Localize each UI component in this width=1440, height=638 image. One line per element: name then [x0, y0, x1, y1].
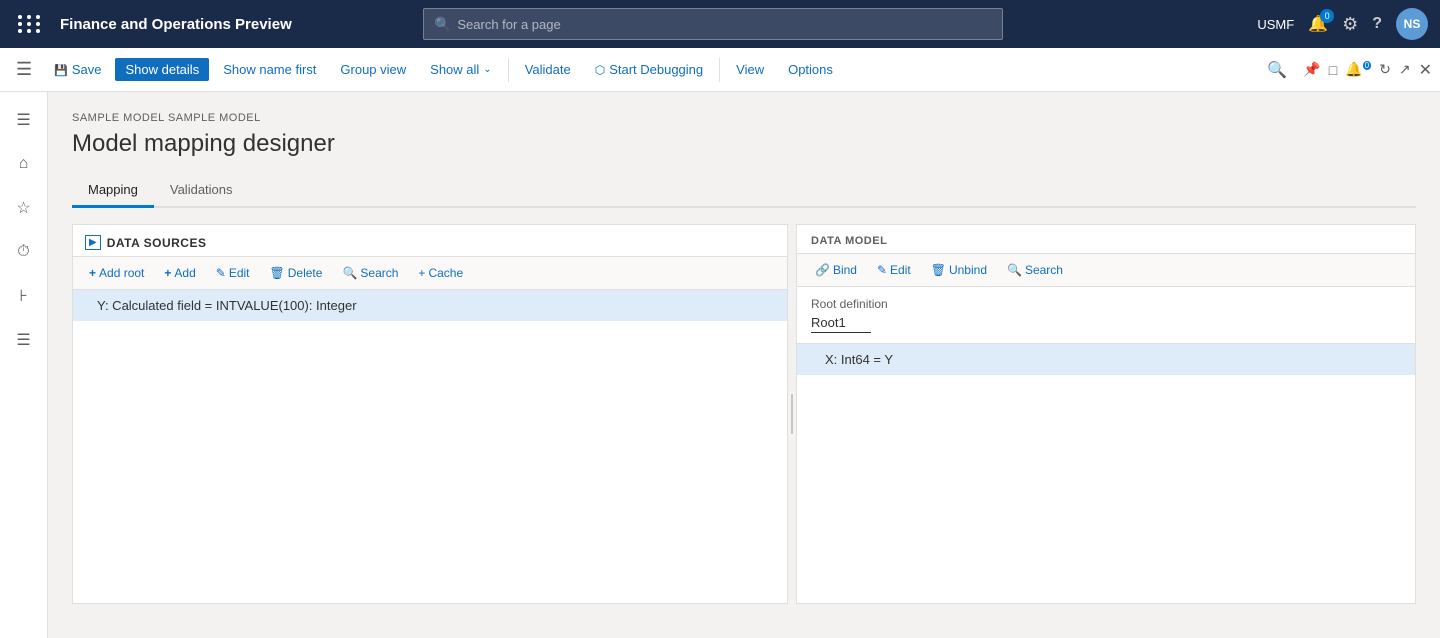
tab-validations[interactable]: Validations	[154, 174, 249, 208]
search-input[interactable]	[457, 17, 992, 32]
panel-play-icon: ▶	[85, 235, 101, 250]
link-icon: 🔗	[815, 263, 830, 277]
options-button[interactable]: Options	[778, 58, 843, 81]
save-icon	[54, 62, 68, 77]
cmd-divider-2	[719, 58, 720, 82]
unbind-icon: 🗑	[931, 263, 946, 277]
sidebar-item-hamburger[interactable]: ☰	[4, 100, 44, 140]
datamodel-row-0[interactable]: X: Int64 = Y	[797, 344, 1415, 375]
group-view-button[interactable]: Group view	[330, 58, 416, 81]
sidebar: ☰ ⌂ ☆ ⏱ ⊦ ☰	[0, 92, 48, 638]
command-bar: ☰ Save Show details Show name first Grou…	[0, 48, 1440, 92]
datasources-header: ▶ DATA SOURCES	[73, 225, 787, 257]
delete-button[interactable]: 🗑 Delete	[262, 263, 331, 283]
ds-search-icon: 🔍	[342, 266, 357, 280]
add-icon: +	[164, 266, 171, 280]
open-external-icon[interactable]: ↗	[1399, 61, 1411, 78]
sidebar-item-home[interactable]: ⌂	[4, 144, 44, 184]
list-icon: ☰	[16, 330, 30, 350]
ds-search-button[interactable]: 🔍 Search	[334, 263, 406, 283]
datamodel-toolbar: 🔗 Bind ✎ Edit 🗑 Unbind 🔍 Search	[797, 254, 1415, 287]
home-icon: ⌂	[19, 155, 29, 173]
datamodel-panel: DATA MODEL 🔗 Bind ✎ Edit 🗑 Unbind	[796, 224, 1416, 604]
dm-search-icon: 🔍	[1007, 263, 1022, 277]
add-root-icon: +	[89, 266, 96, 280]
datasources-title: DATA SOURCES	[107, 236, 207, 250]
cache-icon: +	[418, 266, 425, 280]
notification-count: 0	[1320, 9, 1334, 23]
notifications-bar-icon[interactable]: 🔔0	[1345, 61, 1371, 78]
root-definition-label: Root definition	[811, 297, 1401, 311]
close-icon[interactable]: ✕	[1419, 60, 1432, 80]
env-label: USMF	[1257, 17, 1294, 32]
show-name-first-button[interactable]: Show name first	[213, 58, 326, 81]
sidebar-item-workspaces[interactable]: ⊦	[4, 276, 44, 316]
dm-edit-icon: ✎	[877, 263, 887, 277]
save-button[interactable]: Save	[44, 58, 111, 81]
page-title: Model mapping designer	[72, 130, 1416, 158]
validate-button[interactable]: Validate	[515, 58, 581, 81]
edit-button[interactable]: ✎ Edit	[208, 263, 258, 283]
hamburger-icon: ☰	[16, 110, 30, 130]
datasources-panel: ▶ DATA SOURCES + Add root + Add ✎ Edit	[72, 224, 788, 604]
root-definition-value: Root1	[811, 315, 871, 333]
show-details-button[interactable]: Show details	[115, 58, 209, 81]
cmd-divider-1	[508, 58, 509, 82]
start-debugging-button[interactable]: ⬡ Start Debugging	[585, 58, 713, 81]
tabs: Mapping Validations	[72, 174, 1416, 208]
datamodel-header: DATA MODEL	[797, 225, 1415, 254]
panel-divider[interactable]	[788, 224, 796, 604]
search-icon: 🔍	[434, 16, 451, 33]
help-icon[interactable]: ?	[1372, 15, 1382, 33]
add-root-button[interactable]: + Add root	[81, 263, 152, 283]
root-definition-section: Root definition Root1	[797, 287, 1415, 344]
dm-search-button[interactable]: 🔍 Search	[999, 260, 1071, 280]
main-content: SAMPLE MODEL SAMPLE MODEL Model mapping …	[48, 92, 1440, 638]
notifications-icon[interactable]: 🔔 0	[1308, 14, 1328, 34]
breadcrumb: SAMPLE MODEL SAMPLE MODEL	[72, 112, 1416, 124]
apps-grid-icon[interactable]	[12, 9, 48, 39]
show-all-button[interactable]: Show all ⌄	[420, 58, 502, 81]
divider-line	[791, 394, 793, 434]
refresh-icon[interactable]: ↻	[1379, 61, 1391, 78]
debug-icon: ⬡	[595, 63, 605, 77]
top-nav: Finance and Operations Preview 🔍 USMF 🔔 …	[0, 0, 1440, 48]
nav-right: USMF 🔔 0 ⚙ ? NS	[1257, 8, 1428, 40]
delete-icon: 🗑	[270, 266, 285, 280]
datasources-toolbar: + Add root + Add ✎ Edit 🗑 Delete	[73, 257, 787, 290]
global-search[interactable]: 🔍	[423, 8, 1003, 40]
bind-button[interactable]: 🔗 Bind	[807, 260, 865, 280]
show-all-chevron: ⌄	[483, 64, 491, 75]
add-button[interactable]: + Add	[156, 263, 203, 283]
datasource-row-0[interactable]: Y: Calculated field = INTVALUE(100): Int…	[73, 290, 787, 321]
tab-mapping[interactable]: Mapping	[72, 174, 154, 208]
cache-button[interactable]: + Cache	[410, 263, 471, 283]
sidebar-item-favorites[interactable]: ☆	[4, 188, 44, 228]
star-icon: ☆	[16, 198, 30, 218]
clock-icon: ⏱	[17, 243, 29, 261]
user-avatar[interactable]: NS	[1396, 8, 1428, 40]
grid-icon: ⊦	[19, 286, 27, 306]
expand-icon[interactable]: □	[1329, 62, 1337, 78]
panels: ▶ DATA SOURCES + Add root + Add ✎ Edit	[72, 224, 1416, 604]
dm-edit-button[interactable]: ✎ Edit	[869, 260, 919, 280]
sidebar-item-list[interactable]: ☰	[4, 320, 44, 360]
sidebar-item-recent[interactable]: ⏱	[4, 232, 44, 272]
settings-icon[interactable]: ⚙	[1342, 14, 1358, 35]
unbind-button[interactable]: 🗑 Unbind	[923, 260, 995, 280]
app-layout: ☰ ⌂ ☆ ⏱ ⊦ ☰ SAMPLE MODEL SAMPLE MODEL Mo…	[0, 92, 1440, 638]
edit-icon: ✎	[216, 266, 226, 280]
pin-icon[interactable]: 📌	[1303, 61, 1320, 78]
hamburger-icon[interactable]: ☰	[8, 59, 40, 80]
cmd-search-icon[interactable]: 🔍	[1259, 56, 1295, 84]
app-title: Finance and Operations Preview	[60, 16, 292, 33]
view-button[interactable]: View	[726, 58, 774, 81]
